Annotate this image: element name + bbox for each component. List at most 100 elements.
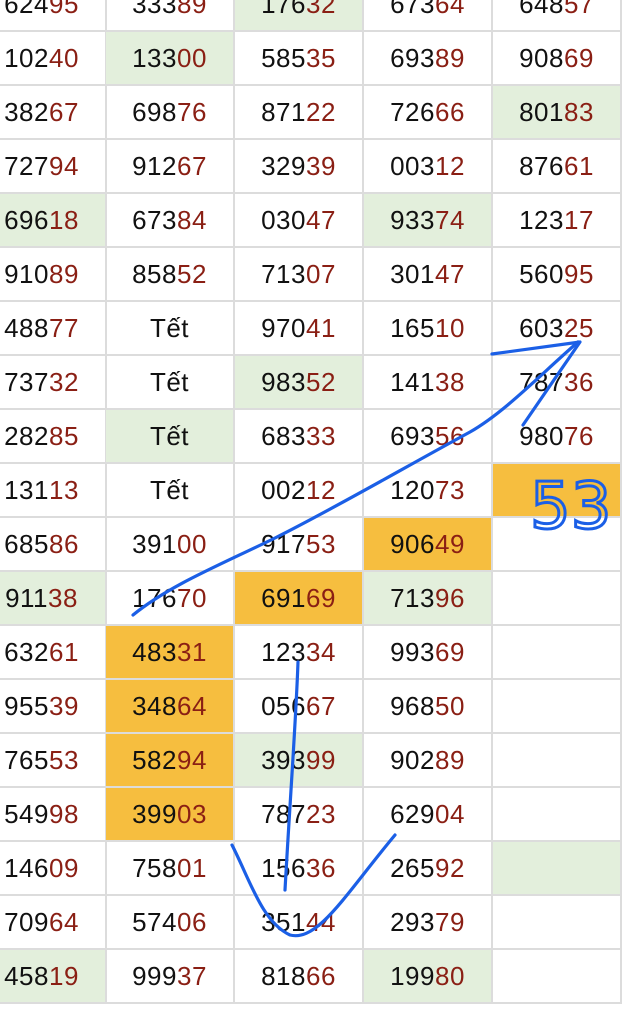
- result-cell[interactable]: 683 33: [235, 410, 364, 464]
- result-cell[interactable]: [493, 572, 622, 626]
- result-cell[interactable]: [493, 896, 622, 950]
- result-cell[interactable]: 603 25: [493, 302, 622, 356]
- result-cell[interactable]: 582 94: [106, 734, 235, 788]
- result-cell[interactable]: 871 22: [235, 86, 364, 140]
- result-cell[interactable]: 693 56: [364, 410, 493, 464]
- result-cell[interactable]: Tết: [106, 464, 235, 518]
- result-cell[interactable]: 458 19: [0, 950, 107, 1004]
- result-cell[interactable]: 906 49: [364, 518, 493, 572]
- result-cell[interactable]: 765 53: [0, 734, 107, 788]
- result-cell[interactable]: 133 00: [106, 32, 235, 86]
- result-cell[interactable]: 673 84: [106, 194, 235, 248]
- result-cell[interactable]: 282 85: [0, 410, 107, 464]
- result-cell[interactable]: 858 52: [106, 248, 235, 302]
- result-cell[interactable]: Tết: [106, 356, 235, 410]
- result-cell[interactable]: 351 44: [235, 896, 364, 950]
- result-cell[interactable]: [493, 518, 622, 572]
- result-cell[interactable]: [493, 842, 622, 896]
- cell-last-two-digits: 67: [305, 690, 336, 721]
- result-cell[interactable]: 698 76: [106, 86, 235, 140]
- result-cell[interactable]: 624 95: [0, 0, 107, 32]
- result-cell[interactable]: 902 89: [364, 734, 493, 788]
- result-cell[interactable]: 673 64: [364, 0, 493, 32]
- result-cell[interactable]: 003 12: [364, 140, 493, 194]
- result-cell[interactable]: 993 69: [364, 626, 493, 680]
- result-cell[interactable]: 933 74: [364, 194, 493, 248]
- result-cell[interactable]: 265 92: [364, 842, 493, 896]
- result-cell[interactable]: 348 64: [106, 680, 235, 734]
- result-cell[interactable]: 301 47: [364, 248, 493, 302]
- result-cell[interactable]: Tết: [106, 302, 235, 356]
- result-cell[interactable]: 696 18: [0, 194, 107, 248]
- result-cell[interactable]: 632 61: [0, 626, 107, 680]
- result-cell[interactable]: Tết: [106, 410, 235, 464]
- result-cell[interactable]: 629 04: [364, 788, 493, 842]
- result-cell[interactable]: 199 80: [364, 950, 493, 1004]
- result-cell[interactable]: 709 64: [0, 896, 107, 950]
- result-cell[interactable]: 685 86: [0, 518, 107, 572]
- result-cell[interactable]: 399 03: [106, 788, 235, 842]
- result-cell[interactable]: 912 67: [106, 140, 235, 194]
- result-cell[interactable]: 002 12: [235, 464, 364, 518]
- result-cell[interactable]: 549 98: [0, 788, 107, 842]
- result-cell[interactable]: 980 76: [493, 410, 622, 464]
- result-cell[interactable]: 382 67: [0, 86, 107, 140]
- result-cell[interactable]: 574 06: [106, 896, 235, 950]
- result-cell[interactable]: 488 77: [0, 302, 107, 356]
- result-cell[interactable]: 333 89: [106, 0, 235, 32]
- result-cell[interactable]: 818 66: [235, 950, 364, 1004]
- result-cell[interactable]: 131 13: [0, 464, 107, 518]
- result-cell[interactable]: 648 57: [493, 0, 622, 32]
- result-cell[interactable]: 483 31: [106, 626, 235, 680]
- result-cell[interactable]: 293 79: [364, 896, 493, 950]
- result-cell[interactable]: 713 96: [364, 572, 493, 626]
- result-cell[interactable]: 176 32: [235, 0, 364, 32]
- result-cell[interactable]: 030 47: [235, 194, 364, 248]
- result-cell[interactable]: 787 23: [235, 788, 364, 842]
- result-cell[interactable]: [493, 950, 622, 1004]
- result-cell[interactable]: 691 69: [235, 572, 364, 626]
- result-cell[interactable]: 999 37: [106, 950, 235, 1004]
- table-row: 910 89 858 52 713 07 301 47 560 95: [0, 248, 628, 302]
- result-cell[interactable]: 585 35: [235, 32, 364, 86]
- result-cell[interactable]: 727 94: [0, 140, 107, 194]
- result-cell[interactable]: 141 38: [364, 356, 493, 410]
- result-cell[interactable]: 123 17: [493, 194, 622, 248]
- result-cell[interactable]: 911 38: [0, 572, 107, 626]
- result-cell[interactable]: [493, 734, 622, 788]
- cell-last-two-digits: 80: [434, 960, 465, 991]
- result-cell[interactable]: 801 83: [493, 86, 622, 140]
- result-cell[interactable]: 970 41: [235, 302, 364, 356]
- result-cell[interactable]: 968 50: [364, 680, 493, 734]
- result-cell[interactable]: 102 40: [0, 32, 107, 86]
- cell-leading-digits: 758: [132, 852, 177, 883]
- result-cell[interactable]: 120 73: [364, 464, 493, 518]
- result-cell[interactable]: 713 07: [235, 248, 364, 302]
- result-cell[interactable]: 758 01: [106, 842, 235, 896]
- result-cell[interactable]: 156 36: [235, 842, 364, 896]
- result-cell[interactable]: [493, 788, 622, 842]
- result-cell[interactable]: 955 39: [0, 680, 107, 734]
- cell-leading-digits: 876: [519, 150, 564, 181]
- result-cell[interactable]: 391 00: [106, 518, 235, 572]
- result-cell[interactable]: 908 69: [493, 32, 622, 86]
- result-cell[interactable]: 787 36: [493, 356, 622, 410]
- result-cell[interactable]: [493, 680, 622, 734]
- result-cell[interactable]: [493, 626, 622, 680]
- result-cell[interactable]: 693 89: [364, 32, 493, 86]
- result-cell[interactable]: 876 61: [493, 140, 622, 194]
- result-cell[interactable]: [493, 464, 622, 518]
- result-cell[interactable]: 176 70: [106, 572, 235, 626]
- result-cell[interactable]: 056 67: [235, 680, 364, 734]
- result-cell[interactable]: 393 99: [235, 734, 364, 788]
- result-cell[interactable]: 123 34: [235, 626, 364, 680]
- result-cell[interactable]: 983 52: [235, 356, 364, 410]
- result-cell[interactable]: 165 10: [364, 302, 493, 356]
- result-cell[interactable]: 737 32: [0, 356, 107, 410]
- result-cell[interactable]: 917 53: [235, 518, 364, 572]
- result-cell[interactable]: 910 89: [0, 248, 107, 302]
- result-cell[interactable]: 146 09: [0, 842, 107, 896]
- result-cell[interactable]: 560 95: [493, 248, 622, 302]
- result-cell[interactable]: 726 66: [364, 86, 493, 140]
- result-cell[interactable]: 329 39: [235, 140, 364, 194]
